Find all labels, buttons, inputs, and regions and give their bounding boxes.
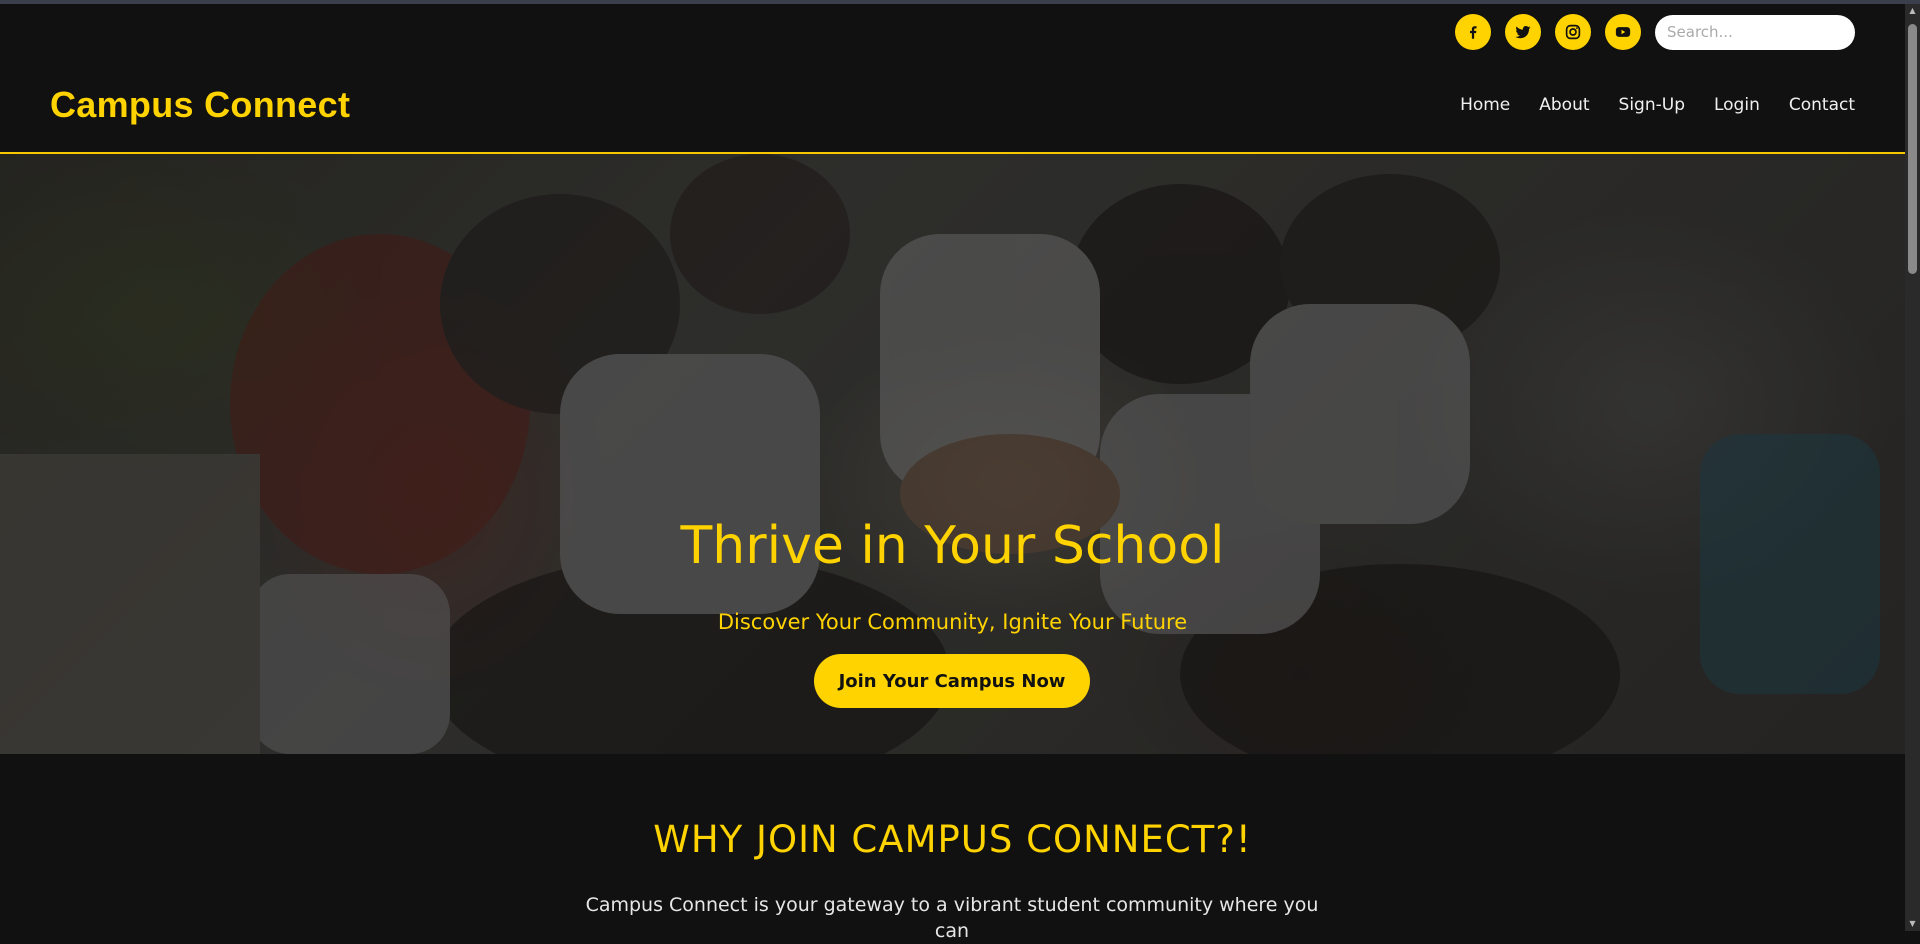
hero-content: Thrive in Your School Discover Your Comm… (0, 154, 1905, 754)
page-scrollbar[interactable]: ▲ ▼ (1905, 4, 1920, 931)
hero-subtitle: Discover Your Community, Ignite Your Fut… (717, 610, 1188, 634)
hero-section: Thrive in Your School Discover Your Comm… (0, 154, 1905, 754)
youtube-icon[interactable] (1605, 14, 1641, 50)
hero-title: Thrive in Your School (680, 516, 1225, 576)
nav-sign-up[interactable]: Sign-Up (1619, 95, 1685, 115)
why-heading: WHY JOIN CAMPUS CONNECT?! (653, 818, 1252, 861)
nav-login[interactable]: Login (1714, 95, 1760, 115)
nav-contact[interactable]: Contact (1789, 95, 1855, 115)
why-section: WHY JOIN CAMPUS CONNECT?! Campus Connect… (0, 754, 1905, 942)
scroll-down-arrow-icon[interactable]: ▼ (1908, 920, 1917, 928)
social-bar (1455, 14, 1855, 50)
facebook-icon[interactable] (1455, 14, 1491, 50)
site-logo[interactable]: Campus Connect (50, 84, 350, 126)
main-nav: Home About Sign-Up Login Contact (1460, 95, 1855, 115)
twitter-icon[interactable] (1505, 14, 1541, 50)
why-text: Campus Connect is your gateway to a vibr… (585, 894, 1319, 942)
scrollbar-thumb[interactable] (1908, 24, 1917, 274)
join-campus-button[interactable]: Join Your Campus Now (814, 654, 1090, 708)
nav-home[interactable]: Home (1460, 95, 1510, 115)
instagram-icon[interactable] (1555, 14, 1591, 50)
site-header: Campus Connect Home About Sign-Up Login … (0, 4, 1905, 154)
nav-about[interactable]: About (1539, 95, 1589, 115)
search-input[interactable] (1655, 14, 1855, 50)
scroll-up-arrow-icon[interactable]: ▲ (1908, 7, 1917, 15)
